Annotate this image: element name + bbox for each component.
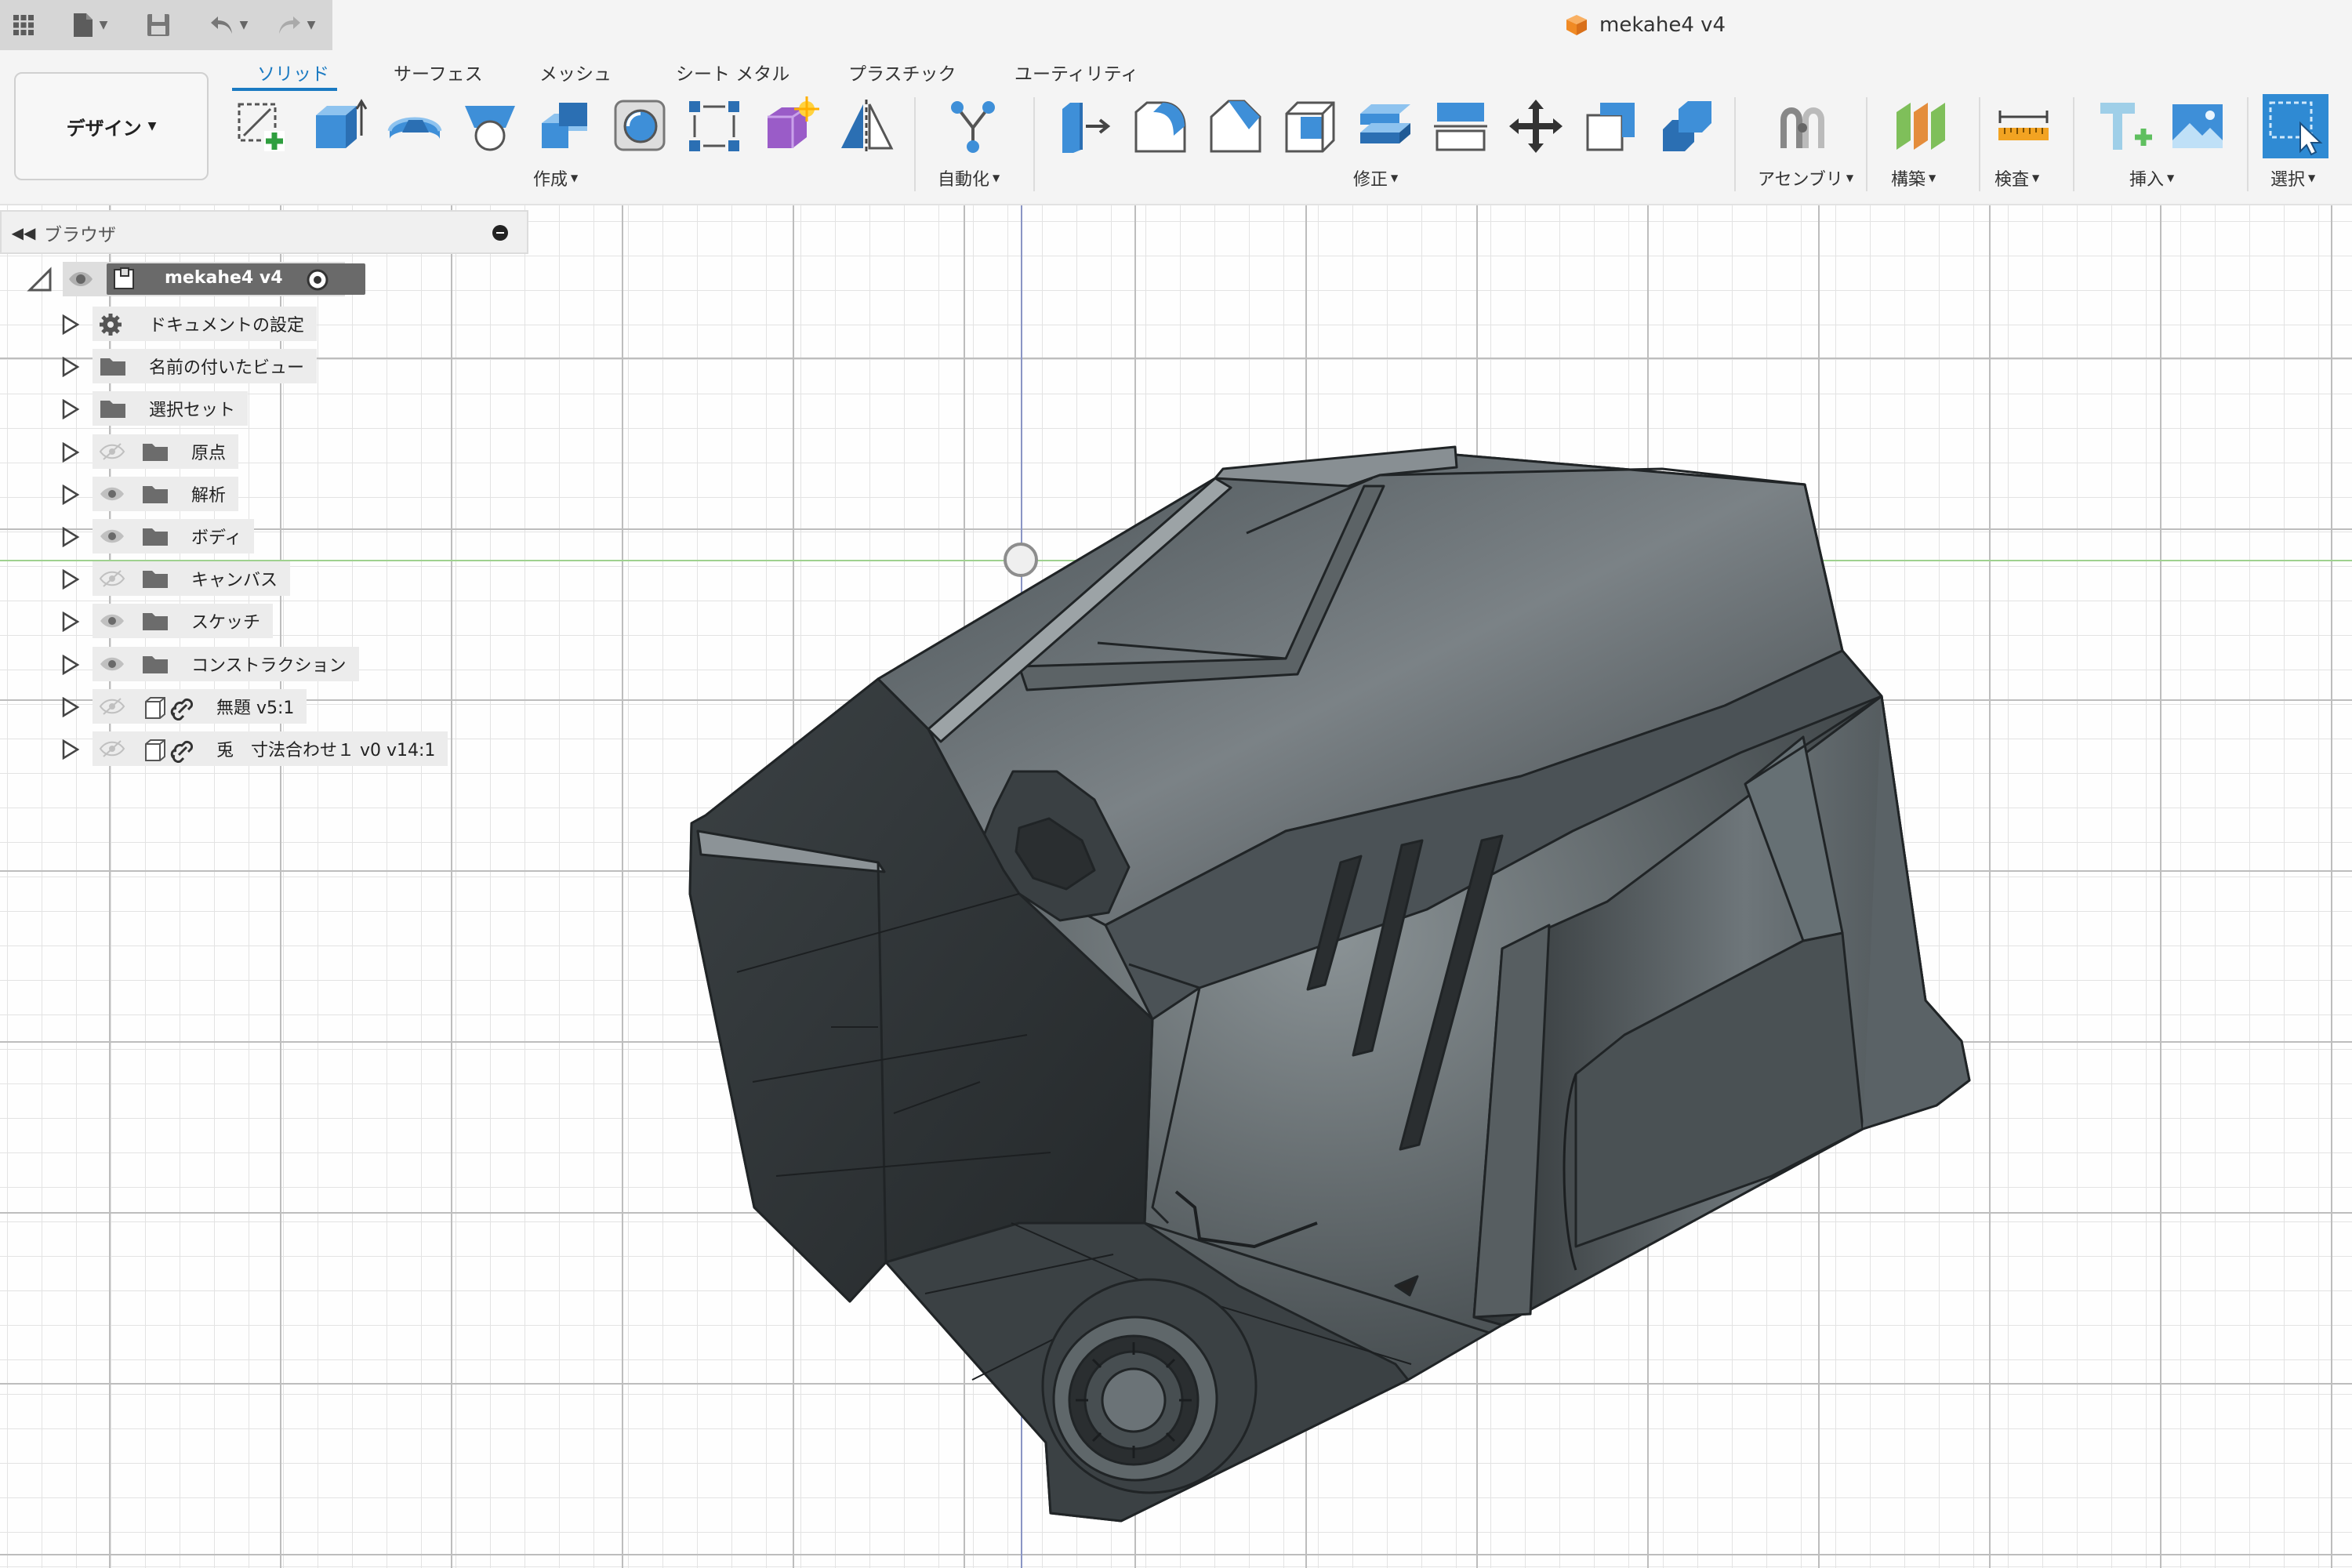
expand-triangle-icon[interactable] [61, 356, 80, 380]
browser-item[interactable]: 名前の付いたビュー [0, 348, 528, 384]
browser-title: ブラウザ [44, 225, 116, 245]
folder-icon [141, 441, 169, 466]
browser-root-node[interactable]: mekahe4 v4 [63, 262, 365, 296]
browser-item-label: 解析 [191, 486, 227, 506]
browser-root-row[interactable] [27, 262, 53, 298]
expand-triangle-icon[interactable] [61, 484, 80, 508]
expand-triangle-icon[interactable] [61, 398, 80, 423]
browser-item-label: 無題 v5:1 [216, 699, 295, 718]
browser-item-node[interactable]: 選択セット [93, 391, 249, 426]
browser-item-label: コンストラクション [191, 656, 347, 676]
folder-icon [141, 525, 169, 550]
folder-icon [99, 355, 127, 380]
eye-hidden-icon[interactable] [99, 697, 125, 719]
eye-hidden-icon[interactable] [99, 739, 125, 761]
expand-triangle-icon[interactable] [61, 654, 80, 678]
component-link-icon [141, 738, 204, 766]
component-icon [114, 267, 134, 289]
minimize-panel-icon[interactable] [492, 225, 508, 241]
browser-item[interactable]: ボディ [0, 518, 528, 554]
gear-icon [99, 313, 122, 339]
eye-icon[interactable] [99, 527, 125, 549]
browser-item[interactable]: 解析 [0, 476, 528, 512]
folder-icon [99, 397, 127, 423]
collapse-triangle-icon[interactable] [27, 267, 53, 293]
browser-item-label: スケッチ [191, 613, 261, 633]
expand-triangle-icon[interactable] [61, 696, 80, 720]
folder-icon [141, 483, 169, 508]
browser-item[interactable]: 原点 [0, 434, 528, 470]
eye-icon[interactable] [99, 485, 125, 506]
browser-item-node[interactable]: スケッチ [93, 604, 274, 638]
browser-item-label: 選択セット [149, 401, 236, 420]
browser-item-node[interactable]: ドキュメントの設定 [93, 307, 318, 341]
browser-item-node[interactable]: 無題 v5:1 [93, 689, 307, 724]
eye-icon[interactable] [99, 612, 125, 633]
expand-triangle-icon[interactable] [61, 568, 80, 593]
activate-radio-icon[interactable] [306, 268, 329, 292]
browser-item[interactable]: 無題 v5:1 [0, 688, 528, 724]
view-origin-marker[interactable] [1004, 543, 1038, 577]
browser-item[interactable]: 選択セット [0, 390, 528, 426]
eye-hidden-icon[interactable] [99, 569, 125, 591]
browser-item-node[interactable]: 名前の付いたビュー [93, 349, 318, 383]
folder-icon [141, 653, 169, 678]
expand-triangle-icon[interactable] [61, 739, 80, 763]
expand-triangle-icon[interactable] [61, 611, 80, 635]
browser-item[interactable]: スケッチ [0, 603, 528, 639]
expand-triangle-icon[interactable] [61, 314, 80, 338]
expand-triangle-icon[interactable] [61, 441, 80, 466]
folder-icon [141, 568, 169, 593]
folder-icon [141, 610, 169, 635]
browser-item-label: ドキュメントの設定 [149, 316, 305, 336]
browser-item[interactable]: キャンバス [0, 561, 528, 597]
eye-icon[interactable] [99, 655, 125, 677]
browser-item-node[interactable]: コンストラクション [93, 647, 359, 681]
browser-item[interactable]: 兎 寸法合わせ１ v0 v14:1 [0, 731, 528, 767]
browser-item[interactable]: コンストラクション [0, 646, 528, 682]
browser-item[interactable]: ドキュメントの設定 [0, 306, 528, 342]
browser-root-label: mekahe4 v4 [165, 268, 283, 288]
eye-icon[interactable] [67, 268, 94, 290]
browser-item-label: 原点 [191, 444, 227, 463]
browser-item-node[interactable]: 原点 [93, 434, 239, 469]
component-link-icon [141, 695, 204, 724]
browser-item-label: キャンバス [191, 571, 278, 590]
browser-item-node[interactable]: 解析 [93, 477, 239, 511]
eye-hidden-icon[interactable] [99, 442, 125, 464]
double-chevron-left-icon[interactable]: ◀◀ [9, 220, 38, 246]
browser-item-node[interactable]: 兎 寸法合わせ１ v0 v14:1 [93, 731, 448, 766]
browser-item-label: 兎 寸法合わせ１ v0 v14:1 [216, 741, 436, 760]
browser-panel-header: ◀◀ ブラウザ [0, 210, 528, 254]
browser-item-label: ボディ [191, 528, 242, 548]
browser-item-label: 名前の付いたビュー [149, 358, 305, 378]
expand-triangle-icon[interactable] [61, 526, 80, 550]
browser-item-node[interactable]: キャンバス [93, 561, 291, 596]
browser-item-node[interactable]: ボディ [93, 519, 255, 554]
